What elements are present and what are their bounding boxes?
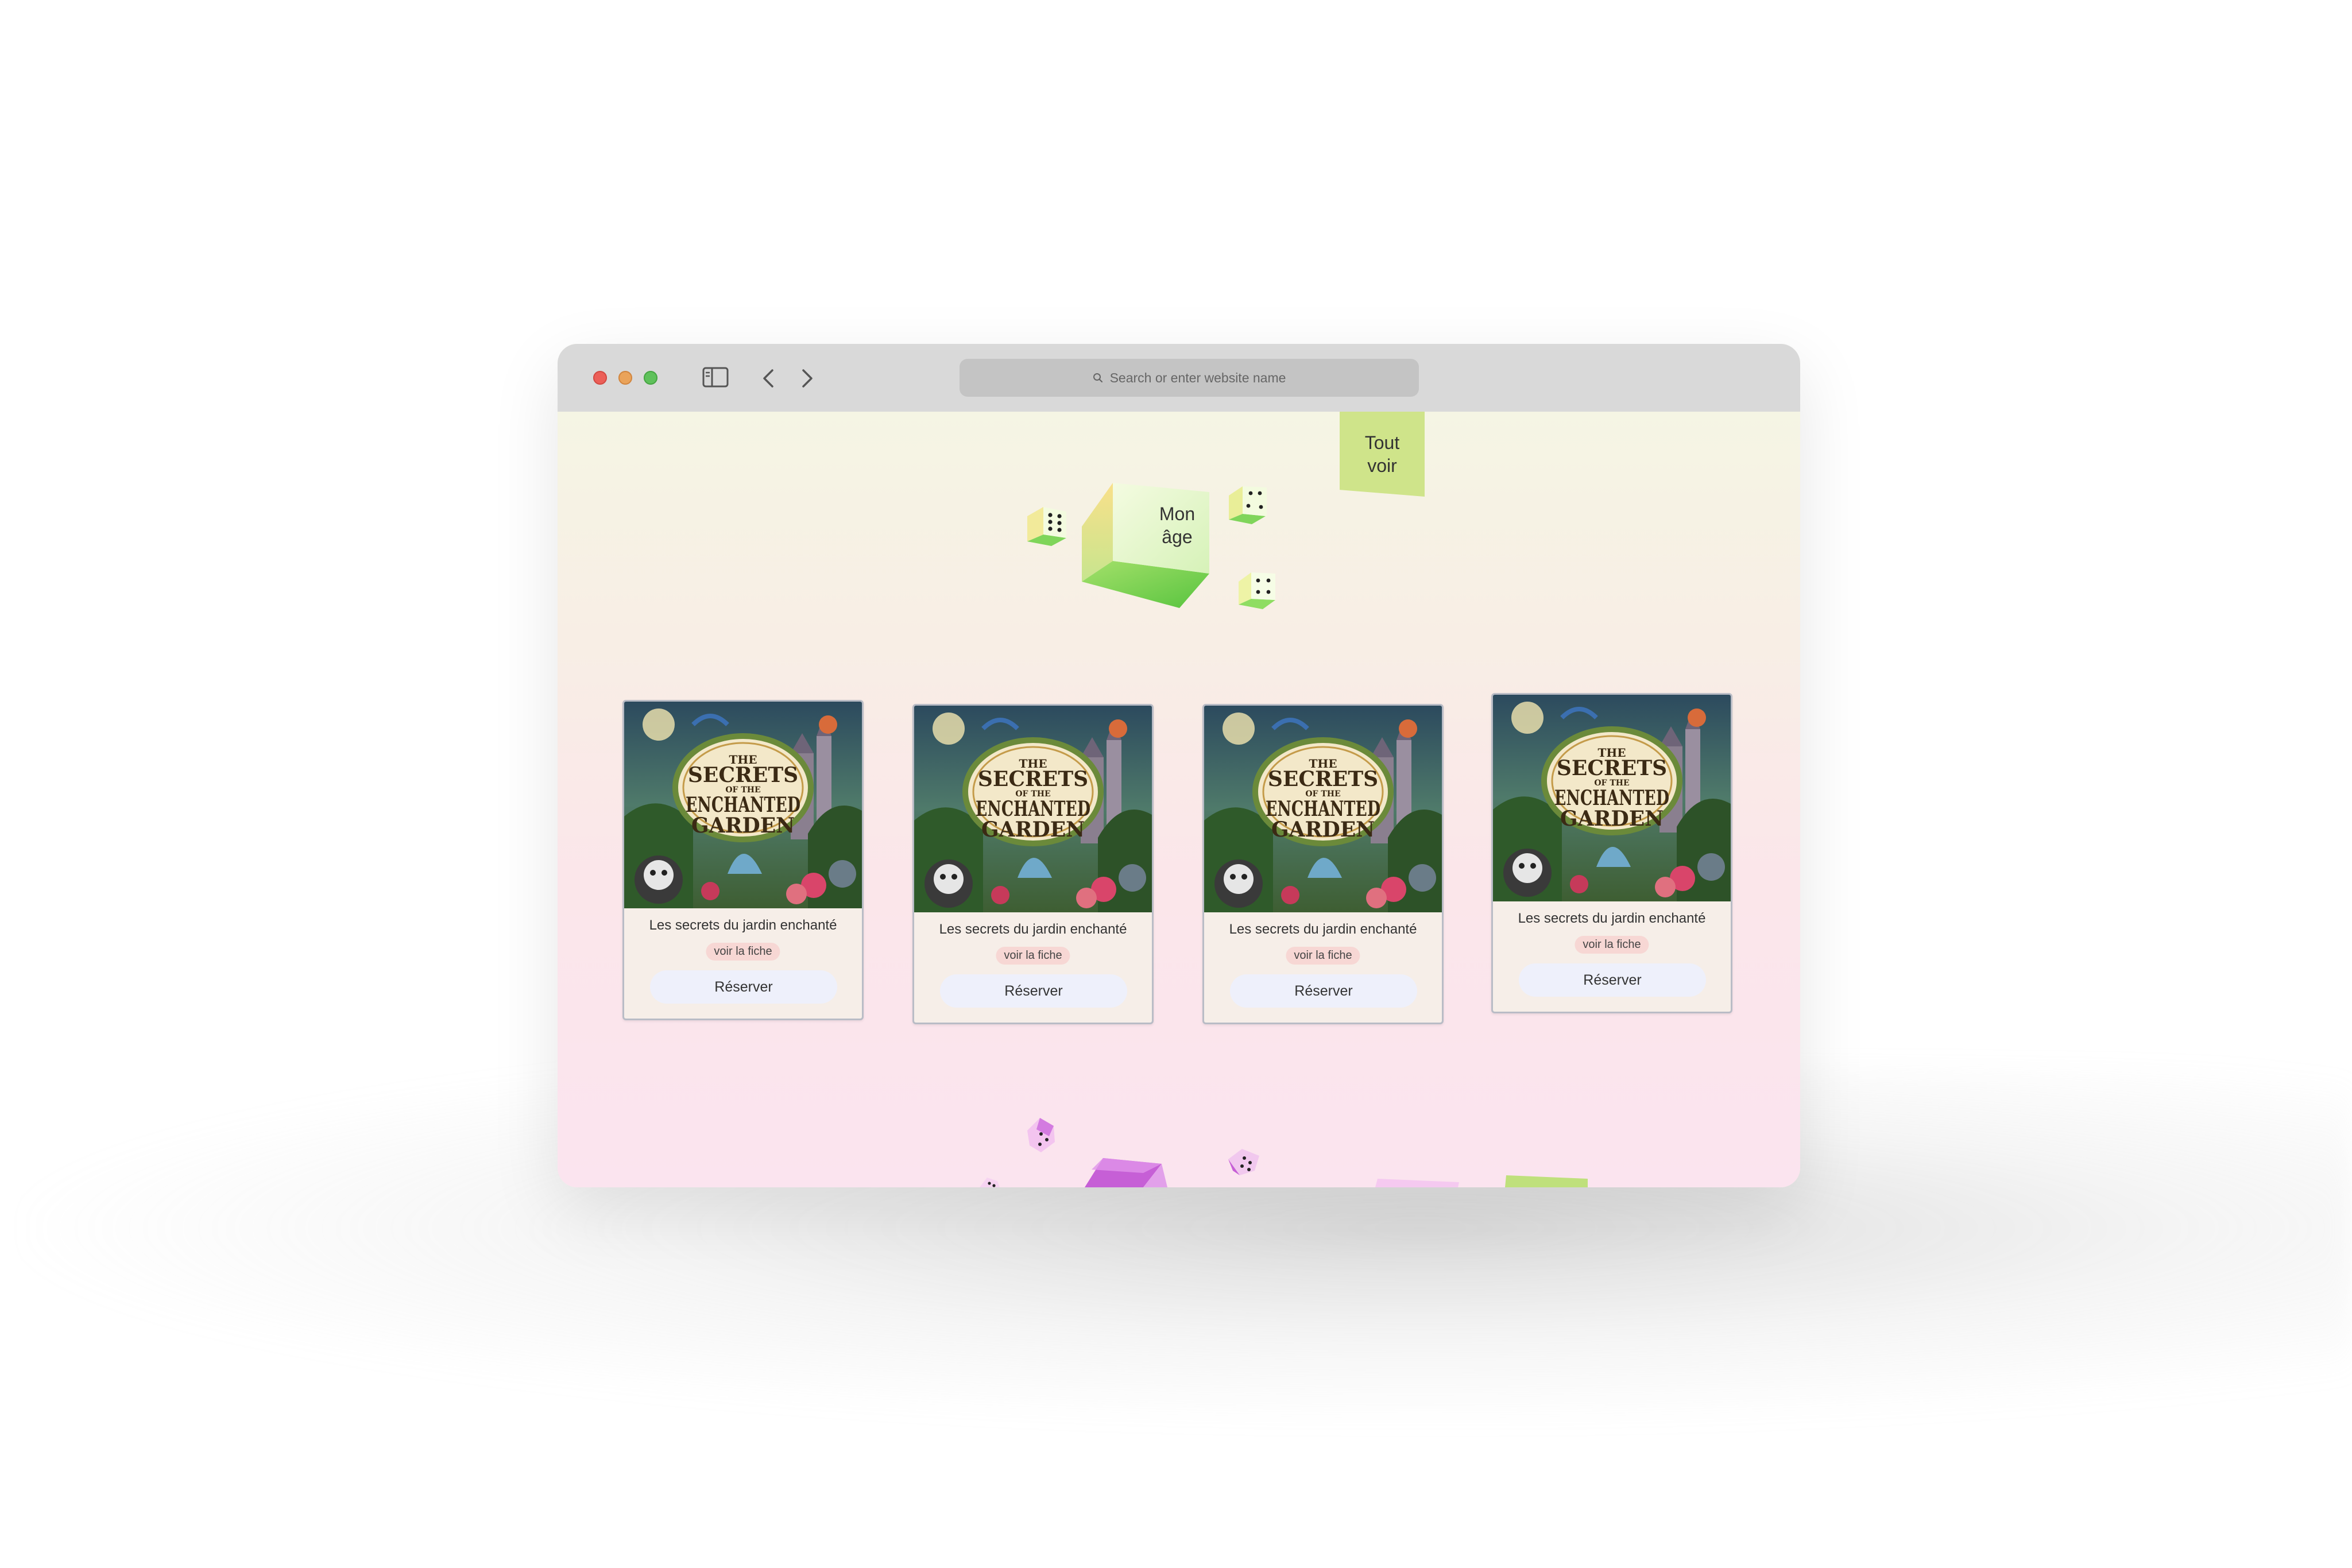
pink-cube-icon <box>1085 1158 1167 1187</box>
minimize-window-button[interactable] <box>618 371 632 385</box>
address-bar[interactable]: Search or enter website name <box>960 359 1419 397</box>
sidebar-toggle-icon[interactable] <box>702 367 729 388</box>
pink-tile-shape <box>1375 1179 1459 1187</box>
pink-die-icon <box>1228 1149 1259 1175</box>
search-icon <box>1093 373 1102 383</box>
address-placeholder: Search or enter website name <box>1109 370 1286 385</box>
close-window-button[interactable] <box>593 371 607 385</box>
maximize-window-button[interactable] <box>644 371 657 385</box>
back-arrow-icon[interactable] <box>760 367 777 390</box>
browser-toolbar: Search or enter website name <box>558 344 1800 412</box>
bottom-decoration <box>980 1118 1588 1187</box>
pink-die-icon <box>980 1178 1000 1187</box>
pink-die-icon <box>1027 1118 1055 1152</box>
browser-window: Search or enter website name Tout voir M… <box>558 344 1800 1187</box>
green-tile-shape <box>1505 1175 1588 1187</box>
page-content: Tout voir Mon âge THE SECRETS OF THE ENC… <box>558 412 1800 1187</box>
forward-arrow-icon[interactable] <box>799 367 816 390</box>
